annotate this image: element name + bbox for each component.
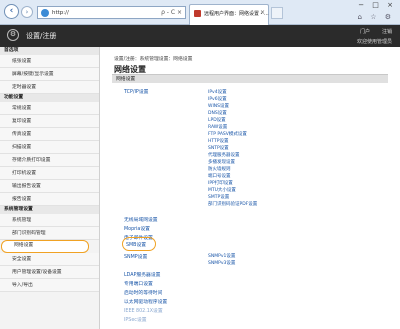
link-dept-pdf[interactable]: 部门识别码验证PDF设置	[208, 201, 257, 207]
link-ipv6[interactable]: IPv6设置	[208, 96, 227, 102]
url-text: http://	[52, 10, 69, 16]
sidebar-item-security[interactable]: 安全设置	[0, 253, 99, 266]
sidebar-item-user-mgmt[interactable]: 用户管理设置/设备设置	[0, 266, 99, 279]
link-smtp[interactable]: SMTP设置	[208, 194, 229, 200]
sidebar-item-network[interactable]: 网络设置	[1, 240, 89, 253]
link-dns[interactable]: DNS设置	[208, 110, 227, 116]
main-content: 设置/注册：系统管理设置：网络设置 网络设置 网络设置 TCP/IP设置 IPv…	[108, 47, 394, 329]
sidebar-item-printer[interactable]: 打印机设置	[0, 167, 99, 180]
sidebar-item-report[interactable]: 报告设置	[0, 193, 99, 206]
sidebar-item-output-report[interactable]: 输出报告设置	[0, 180, 99, 193]
sidebar-item-common[interactable]: 常规设置	[0, 102, 99, 115]
sidebar-item-system-mgmt[interactable]: 系统管理	[0, 214, 99, 227]
favicon-icon	[194, 10, 201, 17]
link-dedicated-port[interactable]: 专用端口设置	[124, 280, 153, 287]
sidebar-item-timer[interactable]: 定时器设置	[0, 81, 99, 94]
link-port-number[interactable]: 端口号设置	[208, 173, 231, 179]
tab-close-icon[interactable]: ×	[260, 9, 265, 16]
link-ethernet-driver[interactable]: 以太网驱动程序设置	[124, 298, 167, 305]
link-mtu[interactable]: MTU大小设置	[208, 187, 236, 193]
link-ipsec[interactable]: IPSec设置	[124, 316, 147, 323]
link-mopria[interactable]: Mopria设置	[124, 225, 150, 232]
sidebar: 首选项 纸张设置 屏幕/按键/显示设置 定时器设置 功能设置 常规设置 复印设置…	[0, 47, 100, 329]
sidebar-item-fax[interactable]: 传真设置	[0, 128, 99, 141]
sidebar-item-copy[interactable]: 复印设置	[0, 115, 99, 128]
link-lpd[interactable]: LPD设置	[208, 117, 226, 123]
link-snmpv1[interactable]: SNMPv1设置	[208, 253, 235, 259]
link-ieee8021x[interactable]: IEEE 802.1X设置	[124, 307, 163, 314]
sidebar-item-dept-id[interactable]: 部门识别码管理	[0, 227, 99, 240]
forward-button[interactable]: ›	[21, 6, 33, 18]
back-button[interactable]: ‹	[4, 4, 19, 19]
browser-tab[interactable]: 远程用户界面：网络设置 - ... ×	[189, 4, 269, 25]
address-bar[interactable]: http:// ρ - C ×	[37, 6, 186, 19]
link-ipp[interactable]: IPP打印设置	[208, 180, 233, 186]
link-multicast[interactable]: 多播发现设置	[208, 159, 235, 165]
sidebar-section-functions: 功能设置	[0, 94, 99, 102]
link-sntp[interactable]: SNTP设置	[208, 145, 229, 151]
sidebar-item-scan[interactable]: 扫描设置	[0, 141, 99, 154]
logout-link[interactable]: 注销	[382, 28, 392, 35]
app-title: 设置/注册	[26, 32, 57, 40]
sidebar-item-display[interactable]: 屏幕/按键/显示设置	[0, 68, 99, 81]
new-tab-button[interactable]	[271, 7, 283, 19]
settings-icon: ⚙	[7, 29, 19, 41]
breadcrumb: 设置/注册：系统管理设置：网络设置	[114, 57, 193, 62]
link-firewall[interactable]: 防火墙规则	[208, 166, 231, 172]
globe-icon	[41, 9, 49, 17]
link-wins[interactable]: WINS设置	[208, 103, 229, 109]
link-startup-wait[interactable]: 启动时的等待时间	[124, 289, 162, 296]
sidebar-item-paper[interactable]: 纸张设置	[0, 55, 99, 68]
sidebar-section-preferences: 首选项	[0, 47, 99, 55]
app-header: ⚙ 设置/注册 门户 注销 欢迎使用管理员	[0, 25, 400, 47]
link-http[interactable]: HTTP设置	[208, 138, 229, 144]
link-snmp[interactable]: SNMP设置	[124, 253, 147, 260]
link-raw[interactable]: RAW设置	[208, 124, 227, 130]
link-snmpv3[interactable]: SNMPv3设置	[208, 260, 235, 266]
link-ldap[interactable]: LDAP服务器设置	[124, 271, 160, 278]
user-greeting: 欢迎使用管理员	[356, 39, 392, 45]
address-tools[interactable]: ρ - C ×	[161, 9, 182, 16]
link-tcpip[interactable]: TCP/IP设置	[124, 88, 148, 95]
browser-icons[interactable]: ⌂ ☆ ⚙	[358, 13, 394, 21]
link-proxy[interactable]: 代理服务器设置	[208, 152, 240, 158]
link-ipv4[interactable]: IPv4设置	[208, 89, 227, 95]
sidebar-item-media-print[interactable]: 存储介质打印设置	[0, 154, 99, 167]
link-smb[interactable]: SMB设置	[126, 241, 146, 248]
portal-link[interactable]: 门户	[360, 28, 370, 35]
link-wireless-lan[interactable]: 无线局域网设置	[124, 216, 158, 223]
settings-table-header: 网络设置	[112, 74, 388, 83]
sidebar-section-system: 系统管理设置	[0, 206, 99, 214]
window-controls[interactable]: − □ ×	[358, 1, 396, 9]
browser-toolbar: ‹ › http:// ρ - C × 远程用户界面：网络设置 - ... × …	[0, 0, 400, 25]
link-ftp-pasv[interactable]: FTP PASV模式设置	[208, 131, 247, 137]
sidebar-item-import-export[interactable]: 导入/导出	[0, 279, 99, 292]
